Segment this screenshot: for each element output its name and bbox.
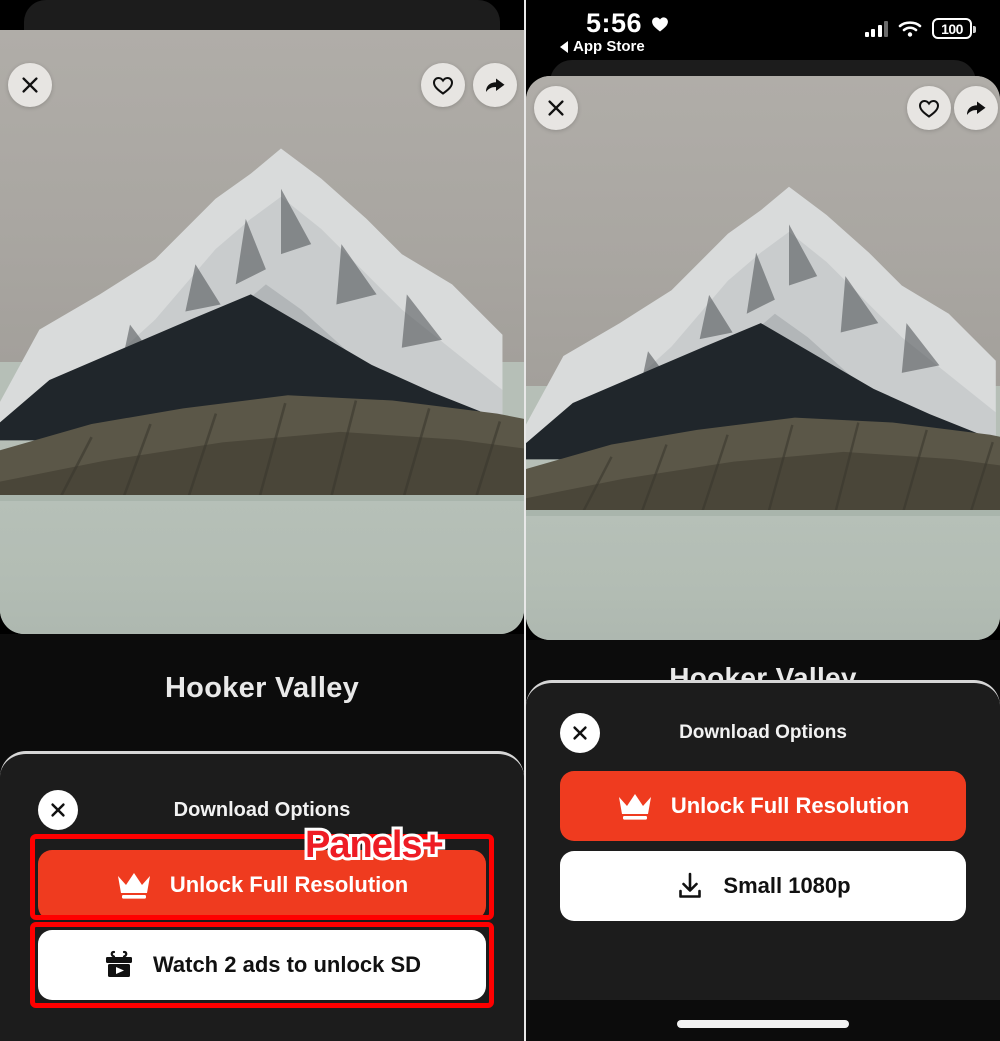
wifi-icon xyxy=(898,20,922,37)
share-arrow-icon xyxy=(486,78,505,92)
sheet-title: Download Options xyxy=(679,722,847,743)
download-options-sheet: Download Options Unlock Full Resolution xyxy=(0,751,524,1041)
sheet-title: Download Options xyxy=(173,798,351,821)
status-indicators: 100 xyxy=(864,18,976,39)
photo-close-button[interactable] xyxy=(8,63,52,107)
gift-video-icon xyxy=(105,950,132,977)
close-icon xyxy=(22,77,38,93)
status-time-label: 5:56 xyxy=(586,8,643,38)
unlock-full-resolution-button[interactable]: Unlock Full Resolution xyxy=(560,771,966,841)
status-time: 5:56 xyxy=(586,8,670,39)
comparison-screenshots: App Store xyxy=(0,0,1000,1041)
panels-plus-badge: Panels+ xyxy=(302,821,447,869)
home-indicator[interactable] xyxy=(677,1020,849,1028)
status-back-to-app-store[interactable]: App Store xyxy=(560,38,645,55)
photo-favorite-button[interactable] xyxy=(421,63,465,107)
battery-level-label: 100 xyxy=(941,20,963,37)
share-arrow-icon xyxy=(967,101,986,115)
crown-icon xyxy=(117,873,150,899)
close-icon xyxy=(573,726,587,740)
photo-foreground-ridge xyxy=(526,417,1000,528)
back-triangle-icon xyxy=(560,40,568,53)
photo-foreground-ridge xyxy=(0,395,524,514)
unlock-full-resolution-label: Unlock Full Resolution xyxy=(670,793,910,818)
crown-icon xyxy=(618,794,651,820)
right-detail-area: Hooker Valley Download Options Unlock Fu… xyxy=(526,640,1000,1041)
photo-lake xyxy=(0,495,524,634)
watch-ads-button[interactable]: Watch 2 ads to unlock SD xyxy=(38,930,486,1000)
photo-favorite-button[interactable] xyxy=(907,86,951,130)
small-1080p-label: Small 1080p xyxy=(723,873,851,898)
heart-outline-icon xyxy=(432,76,454,95)
photo-close-button[interactable] xyxy=(534,86,578,130)
wallpaper-preview-image[interactable] xyxy=(0,30,524,634)
status-back-label: App Store xyxy=(573,38,645,55)
wallpaper-title: Hooker Valley xyxy=(164,672,360,704)
photo-lake xyxy=(526,510,1000,640)
photo-share-button[interactable] xyxy=(954,86,998,130)
left-detail-area: Hooker Valley Download Options Unlock Fu… xyxy=(0,634,524,1041)
close-icon xyxy=(51,803,65,817)
heart-outline-icon xyxy=(918,99,940,118)
right-phone-screen: 5:56 App Store 100 Hooker Valley Downloa… xyxy=(526,0,1000,1041)
download-icon xyxy=(679,872,702,898)
download-options-sheet: Download Options Unlock Full Resolution … xyxy=(526,680,1000,1000)
wallpaper-preview-image[interactable] xyxy=(526,76,1000,640)
right-status-bar: 5:56 App Store 100 xyxy=(526,0,1000,60)
sheet-close-button[interactable] xyxy=(560,713,600,753)
photo-share-button[interactable] xyxy=(473,63,517,107)
sheet-close-button[interactable] xyxy=(38,790,78,830)
watch-ads-label: Watch 2 ads to unlock SD xyxy=(152,952,422,977)
battery-indicator: 100 xyxy=(932,18,976,39)
close-icon xyxy=(548,100,564,116)
sheet-header: Download Options xyxy=(560,705,966,761)
heart-filled-icon xyxy=(652,16,668,31)
left-phone-screen: App Store xyxy=(0,0,524,1041)
cellular-signal-icon xyxy=(864,20,888,37)
small-1080p-button[interactable]: Small 1080p xyxy=(560,851,966,921)
unlock-full-resolution-label: Unlock Full Resolution xyxy=(169,872,409,897)
